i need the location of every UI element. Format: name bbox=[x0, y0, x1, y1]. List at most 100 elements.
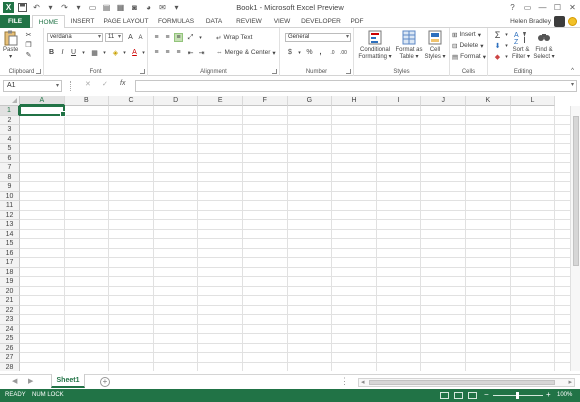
row-header-22[interactable]: 22 bbox=[0, 305, 20, 315]
tab-data[interactable]: DATA bbox=[200, 15, 228, 28]
row-header-19[interactable]: 19 bbox=[0, 277, 20, 287]
maximize-button[interactable]: ☐ bbox=[550, 0, 565, 15]
column-header-b[interactable]: B bbox=[64, 96, 110, 106]
row-header-1[interactable]: 1 bbox=[0, 106, 20, 116]
vertical-scroll-thumb[interactable] bbox=[573, 116, 579, 266]
orientation-dropdown-icon[interactable]: ▾ bbox=[196, 33, 205, 42]
scroll-right-icon[interactable]: ▸ bbox=[568, 378, 572, 386]
cell-styles-button[interactable]: Cell Styles ▾ bbox=[422, 30, 448, 61]
font-launcher-icon[interactable] bbox=[140, 69, 145, 74]
row-header-5[interactable]: 5 bbox=[0, 144, 20, 154]
active-cell[interactable] bbox=[19, 105, 66, 116]
align-left-icon[interactable]: ≡ bbox=[152, 48, 161, 57]
increase-font-icon[interactable]: A bbox=[126, 33, 135, 42]
italic-button[interactable]: I bbox=[58, 48, 67, 57]
sheet-tab-sheet1[interactable]: Sheet1 bbox=[51, 374, 85, 388]
clipboard-launcher-icon[interactable] bbox=[36, 69, 41, 74]
row-header-14[interactable]: 14 bbox=[0, 229, 20, 239]
row-header-24[interactable]: 24 bbox=[0, 324, 20, 334]
paste-button[interactable]: Paste ▾ bbox=[3, 30, 18, 61]
row-header-20[interactable]: 20 bbox=[0, 286, 20, 296]
increase-indent-icon[interactable]: ⇥ bbox=[197, 48, 206, 57]
insert-function-icon[interactable]: fx bbox=[120, 80, 125, 87]
formula-input[interactable] bbox=[135, 80, 577, 92]
next-sheet-icon[interactable]: ▶ bbox=[28, 377, 33, 385]
format-as-table-button[interactable]: Format as Table ▾ bbox=[394, 30, 424, 61]
conditional-formatting-button[interactable]: Conditional Formatting ▾ bbox=[356, 30, 394, 61]
column-header-l[interactable]: L bbox=[510, 96, 556, 106]
comma-button[interactable]: , bbox=[316, 48, 325, 57]
orientation-icon[interactable]: ⤢ bbox=[186, 33, 195, 42]
fill-color-icon[interactable]: ◈ bbox=[111, 48, 120, 57]
tab-page-layout[interactable]: PAGE LAYOUT bbox=[100, 15, 152, 28]
font-size-select[interactable]: 11 bbox=[105, 33, 123, 42]
fill-icon[interactable]: ⬇ bbox=[493, 41, 502, 50]
delete-cells-button[interactable]: ⊟ Delete ▾ bbox=[452, 41, 484, 50]
cancel-icon[interactable]: ✕ bbox=[85, 80, 91, 88]
column-header-j[interactable]: J bbox=[421, 96, 466, 106]
format-cells-button[interactable]: ▤ Format ▾ bbox=[452, 52, 486, 61]
align-top-icon[interactable]: ≡ bbox=[152, 33, 161, 42]
tab-home[interactable]: HOME bbox=[32, 15, 65, 29]
clear-icon[interactable]: ◆ bbox=[493, 52, 502, 61]
find-select-button[interactable]: Find & Select ▾ bbox=[532, 30, 556, 61]
close-button[interactable]: ✕ bbox=[565, 0, 580, 15]
copy-icon[interactable]: ❐ bbox=[24, 40, 33, 49]
align-center-icon[interactable]: ≡ bbox=[163, 48, 172, 57]
prev-sheet-icon[interactable]: ◀ bbox=[12, 377, 17, 385]
row-header-27[interactable]: 27 bbox=[0, 353, 20, 363]
user-account[interactable]: Helen Bradley bbox=[510, 15, 577, 28]
row-header-21[interactable]: 21 bbox=[0, 296, 20, 306]
tab-developer[interactable]: DEVELOPER bbox=[298, 15, 344, 28]
column-header-i[interactable]: I bbox=[376, 96, 422, 106]
wrap-text-button[interactable]: ↵ Wrap Text bbox=[216, 33, 252, 42]
zoom-level[interactable]: 100% bbox=[557, 392, 572, 398]
tab-view[interactable]: VIEW bbox=[269, 15, 295, 28]
cut-icon[interactable]: ✂ bbox=[24, 30, 33, 39]
help-button[interactable]: ? bbox=[505, 0, 520, 15]
column-header-g[interactable]: G bbox=[287, 96, 333, 106]
enter-icon[interactable]: ✓ bbox=[102, 80, 108, 88]
tab-insert[interactable]: INSERT bbox=[66, 15, 99, 28]
page-break-view-icon[interactable] bbox=[468, 392, 477, 399]
row-header-17[interactable]: 17 bbox=[0, 258, 20, 268]
currency-button[interactable]: $ bbox=[285, 48, 295, 57]
font-color-icon[interactable]: A bbox=[130, 48, 139, 57]
row-header-8[interactable]: 8 bbox=[0, 172, 20, 182]
percent-button[interactable]: % bbox=[305, 48, 314, 57]
insert-cells-button[interactable]: ⊞ Insert ▾ bbox=[452, 30, 481, 39]
collapse-ribbon-icon[interactable]: ^ bbox=[568, 66, 577, 75]
row-header-3[interactable]: 3 bbox=[0, 125, 20, 135]
minimize-button[interactable]: — bbox=[535, 0, 550, 15]
horizontal-scrollbar[interactable]: ◂ ▸ bbox=[358, 378, 575, 387]
format-painter-icon[interactable]: ✎ bbox=[24, 50, 33, 59]
align-right-icon[interactable]: ≡ bbox=[174, 48, 183, 57]
row-header-28[interactable]: 28 bbox=[0, 362, 20, 371]
alignment-launcher-icon[interactable] bbox=[272, 69, 277, 74]
align-middle-icon[interactable]: ≡ bbox=[163, 33, 172, 42]
row-header-7[interactable]: 7 bbox=[0, 163, 20, 173]
normal-view-icon[interactable] bbox=[440, 392, 449, 399]
tab-split-handle[interactable]: ⋮ bbox=[340, 376, 349, 387]
borders-dropdown-icon[interactable]: ▾ bbox=[100, 48, 109, 57]
font-color-dropdown-icon[interactable]: ▾ bbox=[139, 48, 148, 57]
autosum-icon[interactable]: Σ bbox=[493, 30, 502, 40]
align-bottom-icon[interactable]: ≡ bbox=[174, 33, 183, 42]
increase-decimal-icon[interactable]: .0 bbox=[328, 48, 337, 57]
row-header-25[interactable]: 25 bbox=[0, 334, 20, 344]
scroll-left-icon[interactable]: ◂ bbox=[361, 378, 365, 386]
zoom-in-button[interactable]: + bbox=[546, 390, 551, 399]
row-header-18[interactable]: 18 bbox=[0, 267, 20, 277]
name-box[interactable]: A1 bbox=[3, 80, 62, 92]
row-header-2[interactable]: 2 bbox=[0, 115, 20, 125]
column-header-f[interactable]: F bbox=[243, 96, 288, 106]
row-header-9[interactable]: 9 bbox=[0, 182, 20, 192]
row-header-23[interactable]: 23 bbox=[0, 315, 20, 325]
horizontal-scroll-thumb[interactable] bbox=[369, 380, 555, 385]
bold-button[interactable]: B bbox=[47, 48, 56, 57]
ribbon-display-button[interactable]: ▭ bbox=[520, 0, 535, 15]
tab-pdf[interactable]: PDF bbox=[346, 15, 368, 28]
row-header-13[interactable]: 13 bbox=[0, 220, 20, 230]
select-all-button[interactable] bbox=[0, 96, 20, 106]
column-header-d[interactable]: D bbox=[153, 96, 199, 106]
